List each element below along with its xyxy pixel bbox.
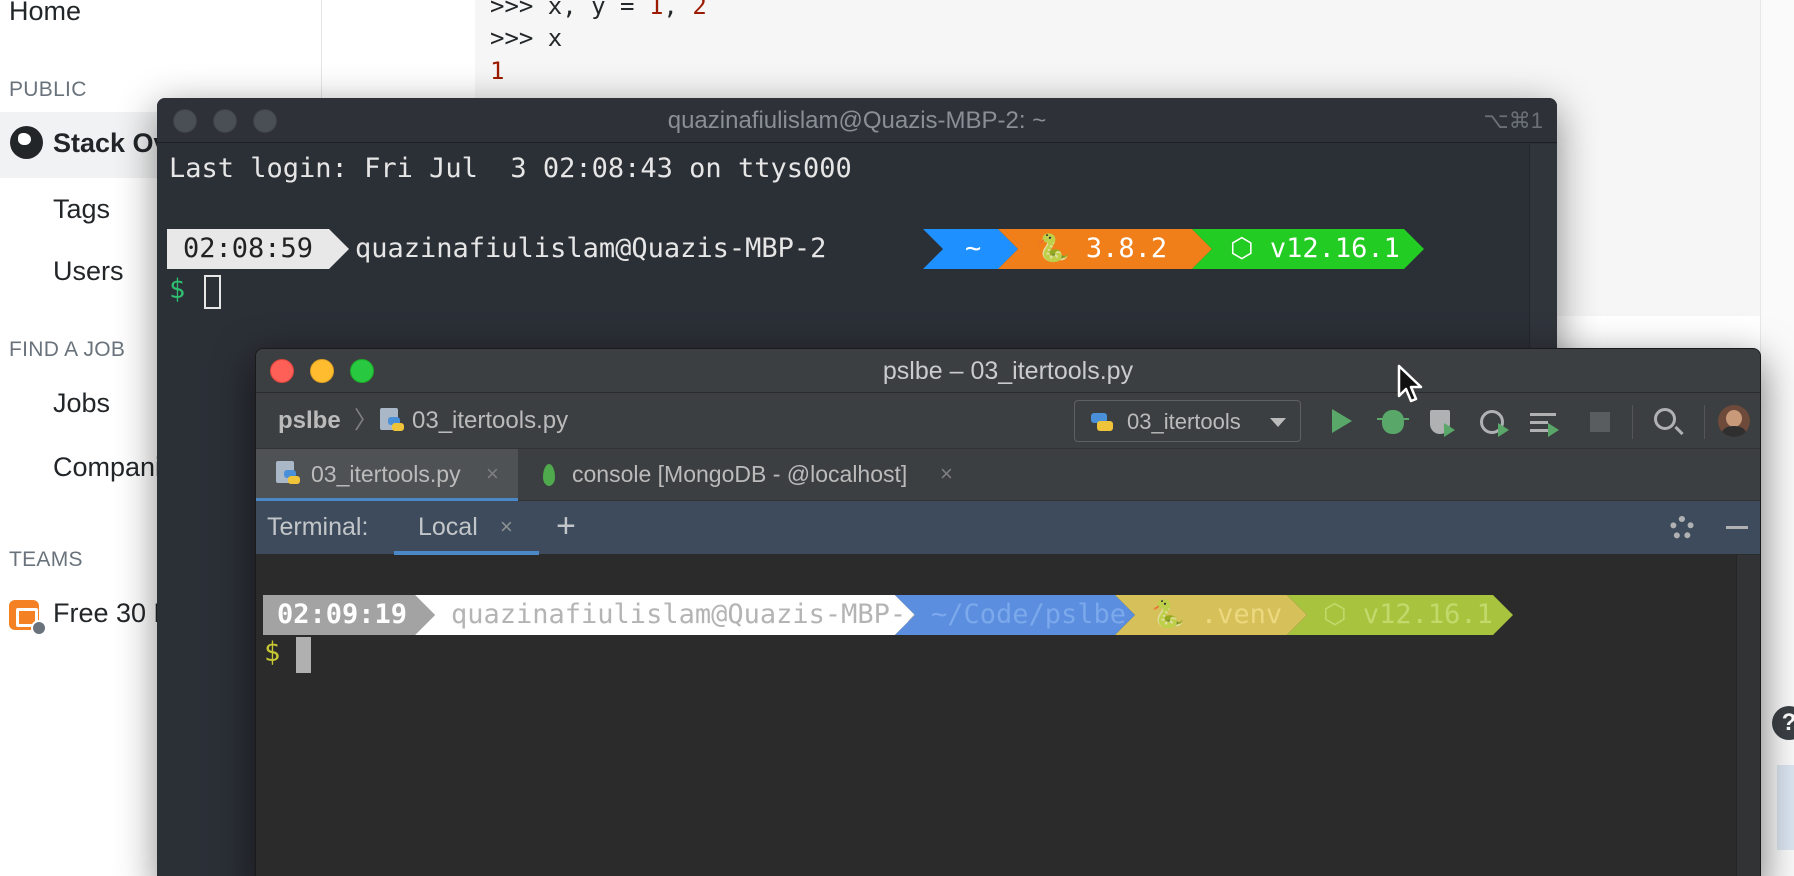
lock-badge-icon — [31, 620, 47, 636]
last-login-line: Last login: Fri Jul 3 02:08:43 on ttys00… — [169, 153, 852, 184]
tab-03-itertools[interactable]: 03_itertools.py × — [256, 449, 518, 501]
section-find-a-job: FIND A JOB — [9, 338, 126, 361]
breadcrumb-project[interactable]: pslbe — [278, 393, 341, 449]
close-icon[interactable]: × — [486, 449, 499, 501]
profile-run-icon — [1498, 423, 1509, 437]
nav-home[interactable]: Home — [9, 0, 81, 27]
page-right-edge — [1760, 0, 1794, 876]
breadcrumb-file[interactable]: 03_itertools.py — [412, 393, 568, 449]
tab-mongodb-console[interactable]: console [MongoDB - @localhost] — [572, 449, 907, 501]
run-configuration-label: 03_itertools — [1127, 409, 1241, 434]
new-terminal-button[interactable]: + — [556, 501, 576, 553]
python-line-2: >>> x — [490, 24, 563, 52]
toolbar-separator — [1632, 405, 1633, 439]
prompt-host-segment: quazinafiulislam@Quazis-MBP-2 — [355, 233, 827, 264]
breadcrumb-separator: 〉 — [354, 407, 378, 434]
globe-icon — [10, 126, 43, 159]
hide-panel-icon[interactable] — [1726, 526, 1748, 529]
close-icon[interactable]: × — [940, 449, 953, 501]
python-icon — [1089, 409, 1113, 435]
stop-icon[interactable] — [1590, 412, 1610, 432]
coverage-run-icon — [1444, 423, 1455, 437]
prompt-python-segment: 🐍 3.8.2 — [998, 229, 1212, 269]
section-teams: TEAMS — [9, 548, 83, 571]
nodejs-icon: ⬡ — [1323, 599, 1347, 630]
window-shortcut: ⌥⌘1 — [1483, 108, 1543, 133]
terminal-title: quazinafiulislam@Quazis-MBP-2: ~ — [667, 107, 1047, 134]
avatar[interactable] — [1718, 405, 1750, 437]
python-file-icon — [380, 408, 404, 434]
python-icon: 🐍 — [1036, 233, 1070, 264]
navigation-bar: pslbe 〉 03_itertools.py 03_itertools — [256, 393, 1760, 449]
prompt-venv-segment: 🐍 .venv — [1115, 595, 1307, 635]
python-icon: 🐍 — [1151, 599, 1185, 630]
prompt-dir-segment: ~ — [923, 229, 1018, 269]
editor-tabs: 03_itertools.py × console [MongoDB - @lo… — [256, 449, 1760, 501]
ide-terminal-body[interactable]: 02:09:19 quazinafiulislam@Quazis-MBP-2 ~… — [256, 555, 1760, 876]
nav-free-trial[interactable]: Free 30 D — [53, 598, 173, 629]
prompt-dollar: $ — [264, 637, 281, 668]
nodejs-icon: ⬡ — [1230, 233, 1254, 264]
ide-titlebar[interactable]: pslbe – 03_itertools.py — [256, 349, 1760, 393]
nav-stack-overflow[interactable]: Stack Ov — [53, 128, 169, 159]
python-file-icon — [276, 461, 300, 487]
concurrency-run-icon — [1548, 423, 1559, 437]
tab-terminal-local[interactable]: Local × — [394, 501, 539, 555]
gear-icon[interactable] — [1670, 516, 1694, 540]
prompt-node-segment: ⬡ v12.16.1 — [1287, 595, 1513, 635]
toolbar-separator — [1704, 405, 1705, 439]
prompt-time-segment: 02:09:19 — [263, 595, 435, 635]
terminal-cursor — [204, 275, 221, 309]
prompt-dir-segment: ~/Code/pslbe — [895, 595, 1135, 635]
chevron-down-icon — [1270, 418, 1286, 427]
nav-users[interactable]: Users — [53, 256, 124, 287]
ide-title: pslbe – 03_itertools.py — [882, 357, 1134, 385]
run-icon[interactable] — [1332, 409, 1352, 433]
python-line-3: 1 — [490, 57, 505, 85]
python-line-1: >>> x, y = 1, 2 — [490, 0, 707, 20]
terminal-panel-header: Terminal: Local × + — [256, 501, 1760, 555]
section-public: PUBLIC — [9, 78, 87, 101]
prompt-dollar: $ — [169, 274, 186, 305]
nav-companies[interactable]: Compani — [53, 452, 161, 483]
terminal-titlebar[interactable]: quazinafiulislam@Quazis-MBP-2: ~ ⌥⌘1 — [157, 98, 1557, 143]
right-edge-panel — [1777, 765, 1794, 850]
pycharm-window[interactable]: pslbe – 03_itertools.py pslbe 〉 03_itert… — [255, 348, 1761, 876]
terminal-cursor — [296, 637, 311, 673]
terminal-panel-label: Terminal: — [267, 513, 369, 541]
prompt-host-segment: quazinafiulislam@Quazis-MBP-2 — [415, 595, 915, 635]
mongodb-leaf-icon — [543, 464, 555, 486]
terminal-scrollbar[interactable] — [1736, 555, 1760, 876]
prompt-time-segment: 02:08:59 — [167, 229, 349, 269]
run-configuration-select[interactable]: 03_itertools — [1074, 400, 1301, 442]
nav-tags[interactable]: Tags — [53, 194, 110, 225]
debug-icon[interactable] — [1377, 410, 1409, 434]
close-icon[interactable]: × — [500, 501, 513, 551]
prompt-node-segment: ⬡ v12.16.1 — [1192, 229, 1424, 269]
nav-jobs[interactable]: Jobs — [53, 388, 110, 419]
search-icon[interactable] — [1654, 408, 1676, 430]
